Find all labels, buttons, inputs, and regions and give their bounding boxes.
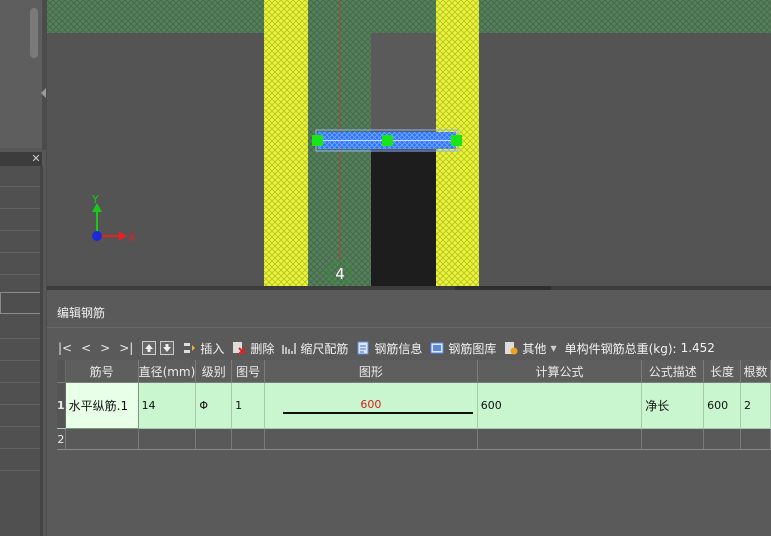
formula-cell[interactable]: 600: [477, 382, 643, 429]
door-opening: [371, 150, 436, 286]
move-down-icon[interactable]: [160, 341, 175, 355]
col-header-count[interactable]: 根数: [740, 360, 771, 383]
rebar-library-icon: [430, 341, 444, 355]
col-header-shape[interactable]: 图形: [264, 360, 478, 383]
left-row[interactable]: [0, 406, 40, 427]
other-icon: [504, 341, 518, 355]
other-dropdown[interactable]: 其他 ▼: [504, 340, 557, 357]
nav-first-button[interactable]: |<: [58, 341, 72, 355]
left-row[interactable]: [0, 340, 40, 361]
formula-desc-cell[interactable]: 净长: [641, 382, 705, 429]
left-panel-scrollbar[interactable]: [40, 166, 43, 536]
grip-right[interactable]: [451, 135, 462, 146]
col-header-shape-no[interactable]: 图号: [231, 360, 266, 383]
axis-marker-label: 4: [335, 265, 345, 283]
rebar-library-button[interactable]: 钢筋图库: [430, 340, 496, 357]
rebar-info-label: 钢筋信息: [374, 341, 423, 356]
rebar-info-icon: [356, 341, 370, 355]
diameter-cell[interactable]: 14: [138, 382, 197, 429]
grade-cell[interactable]: [195, 428, 233, 450]
scale-rebar-button[interactable]: 缩尺配筋: [282, 340, 348, 357]
left-row[interactable]: [0, 188, 40, 209]
grip-left[interactable]: [312, 135, 323, 146]
length-cell[interactable]: [703, 428, 741, 450]
x-axis-arrow: [119, 231, 127, 241]
left-scrollbar[interactable]: [30, 8, 38, 58]
shape-bar-line: [283, 412, 473, 414]
shape-cell[interactable]: [264, 428, 478, 450]
left-row[interactable]: [0, 384, 40, 405]
rebar-toolbar: |< < > >| 插入 删除 缩尺配筋 钢筋信息 钢筋图库 其他 ▼ 单构件钢…: [58, 337, 723, 359]
formula-cell[interactable]: [477, 428, 643, 450]
x-axis-label: X: [128, 231, 136, 244]
canvas-drawing: 4 Y X: [47, 0, 771, 286]
length-cell[interactable]: 600: [703, 382, 741, 429]
grade-cell[interactable]: Φ: [195, 382, 233, 429]
col-header-grade[interactable]: 级别: [195, 360, 233, 383]
insert-icon: [182, 341, 196, 355]
bar-no-cell[interactable]: [65, 428, 139, 450]
rebar-info-button[interactable]: 钢筋信息: [356, 340, 422, 357]
panel-title: 编辑钢筋: [57, 306, 106, 320]
move-up-icon[interactable]: [142, 341, 157, 355]
insert-label: 插入: [200, 341, 225, 356]
left-row[interactable]: [0, 232, 40, 253]
left-input-field[interactable]: [0, 292, 42, 314]
left-splitter[interactable]: [42, 0, 46, 150]
table-row[interactable]: 1 水平纵筋.1 14 Φ 1 600 600 净长 600 2: [57, 382, 771, 429]
count-cell[interactable]: 2: [740, 382, 771, 429]
nav-last-button[interactable]: >|: [119, 341, 133, 355]
shape-no-cell[interactable]: [231, 428, 266, 450]
total-weight-label: 单构件钢筋总重(kg):: [564, 341, 677, 356]
grip-middle[interactable]: [382, 135, 393, 146]
insert-button[interactable]: 插入: [182, 340, 224, 357]
count-cell[interactable]: [740, 428, 771, 450]
left-row[interactable]: [0, 450, 40, 471]
shape-dimension[interactable]: 600: [265, 398, 476, 411]
delete-button[interactable]: 删除: [232, 340, 274, 357]
left-row[interactable]: [0, 318, 40, 339]
scale-rebar-label: 缩尺配筋: [300, 341, 349, 356]
collapse-arrow-icon[interactable]: [41, 88, 46, 98]
col-header-diameter[interactable]: 直径(mm): [138, 360, 197, 383]
rebar-table: 筋号 直径(mm) 级别 图号 图形 计算公式 公式描述 长度 根数 1 水平纵…: [57, 360, 771, 450]
left-row[interactable]: [0, 254, 40, 275]
table-header-row: 筋号 直径(mm) 级别 图号 图形 计算公式 公式描述 长度 根数: [57, 360, 771, 383]
delete-icon: [232, 341, 247, 355]
origin-point: [92, 231, 102, 241]
col-header-formula[interactable]: 计算公式: [477, 360, 643, 383]
shape-no-cell[interactable]: 1: [231, 382, 266, 429]
row-index[interactable]: 2: [57, 428, 66, 450]
scale-rebar-icon: [282, 341, 297, 355]
col-header-length[interactable]: 长度: [703, 360, 741, 383]
shape-cell[interactable]: 600: [264, 382, 478, 429]
formula-desc-cell[interactable]: [641, 428, 705, 450]
nav-next-button[interactable]: >: [100, 341, 110, 355]
bar-no-cell[interactable]: 水平纵筋.1: [64, 382, 139, 429]
rebar-library-label: 钢筋图库: [448, 341, 497, 356]
other-label: 其他: [522, 341, 547, 356]
nav-prev-button[interactable]: <: [81, 341, 91, 355]
delete-label: 删除: [250, 341, 275, 356]
row-header-corner: [57, 360, 66, 383]
left-row[interactable]: [0, 428, 40, 449]
slab-hatch: [47, 0, 771, 33]
diameter-cell[interactable]: [138, 428, 197, 450]
left-row[interactable]: [0, 210, 40, 231]
drawing-canvas[interactable]: 4 Y X: [47, 0, 771, 286]
chevron-down-icon: ▼: [550, 343, 557, 353]
left-row[interactable]: [0, 362, 40, 383]
col-header-bar-no[interactable]: 筋号: [65, 360, 139, 383]
close-icon[interactable]: ✕: [30, 153, 42, 165]
row-index[interactable]: 1: [57, 382, 66, 429]
panel-divider: [47, 327, 771, 328]
col-header-formula-desc[interactable]: 公式描述: [641, 360, 705, 383]
y-axis-label: Y: [91, 193, 99, 206]
left-row[interactable]: [0, 166, 40, 187]
left-column[interactable]: [264, 0, 308, 286]
total-weight-value: 1.452: [680, 341, 715, 355]
table-row[interactable]: 2: [57, 428, 771, 450]
